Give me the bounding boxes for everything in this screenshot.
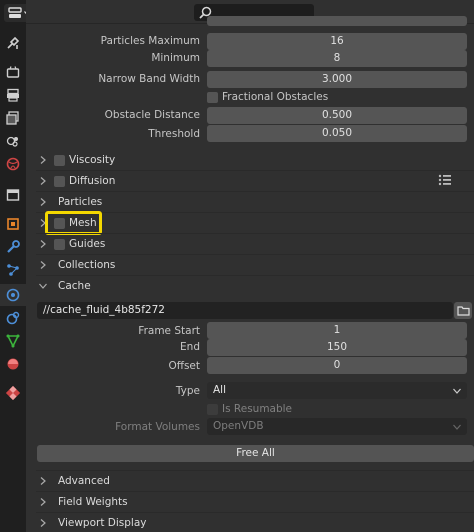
folder-icon [456,306,470,316]
tab-tool[interactable] [0,32,26,54]
end-field[interactable]: 150 [207,339,467,356]
material-icon [7,358,19,370]
chevron-right-icon [40,198,46,206]
narrow-band-width-label: Narrow Band Width [98,73,200,85]
type-label: Type [175,385,200,397]
free-all-button[interactable]: Free All [37,445,474,462]
object-icon [7,218,19,230]
panel-field-weights-label: Field Weights [58,496,128,508]
mesh-highlight-box [45,211,102,235]
minimum-field[interactable]: 8 [207,50,467,67]
narrow-band-width-field[interactable]: 3.000 [207,71,467,88]
tab-particles[interactable] [0,259,26,281]
minimum-label: Minimum [151,52,200,64]
obstacle-distance-field[interactable]: 0.500 [207,107,467,124]
drag-handle-icon[interactable] [438,174,452,189]
particles-maximum-field[interactable]: 16 [207,33,467,50]
chevron-down-icon [453,424,461,430]
tab-physics[interactable] [0,284,26,306]
tab-object-data[interactable] [0,330,26,352]
tool-icon [7,36,20,49]
threshold-label: Threshold [148,128,200,140]
offset-field[interactable]: 0 [207,357,467,374]
offset-label: Offset [168,360,200,372]
threshold-field[interactable]: 0.050 [207,125,467,142]
is-resumable-label: Is Resumable [222,403,293,415]
texture-icon [6,386,20,400]
panel-diffusion[interactable]: Diffusion [36,171,115,191]
scene-icon [6,136,18,147]
fractional-obstacles-checkbox[interactable] [207,92,218,103]
modifier-icon [7,240,20,253]
panel-guides-label: Guides [69,238,106,250]
clipped-field[interactable] [207,16,467,26]
cache-type-value: All [213,384,227,396]
tab-output[interactable] [0,84,26,106]
panel-guides[interactable]: Guides [36,234,105,254]
chevron-right-icon [40,498,46,506]
tab-view-layer[interactable] [0,107,26,129]
render-icon [6,66,20,78]
tab-collection[interactable] [0,184,26,206]
frame-start-label: Frame Start [138,325,200,337]
end-label: End [180,341,200,353]
chevron-right-icon [40,261,46,269]
particles-icon [7,264,19,276]
panel-viscosity-label: Viscosity [69,154,116,166]
tab-object[interactable] [0,213,26,235]
tab-texture[interactable] [0,382,26,404]
format-volumes-dropdown[interactable]: OpenVDB [207,418,467,435]
frame-start-field[interactable]: 1 [207,322,467,339]
cache-directory-field[interactable]: //cache_fluid_4b85f272 [37,302,453,319]
tab-world[interactable] [0,153,26,175]
diffusion-checkbox[interactable] [54,175,65,187]
properties-tab-strip [0,0,34,532]
chevron-down-icon [39,283,47,289]
is-resumable-checkbox[interactable] [207,404,218,415]
tab-scene[interactable] [0,130,26,152]
properties-editor-icon [7,7,22,18]
tab-modifiers[interactable] [0,236,26,258]
chevron-right-icon [40,156,46,164]
panel-cache-label: Cache [58,280,91,292]
panel-viewport-display[interactable]: Viewport Display [36,513,146,532]
divider [36,275,474,276]
panel-particles-label: Particles [58,196,103,208]
panel-viewport-display-label: Viewport Display [58,517,147,529]
panel-advanced[interactable]: Advanced [36,471,110,491]
obstacle-distance-label: Obstacle Distance [104,109,200,121]
tab-render[interactable] [0,61,26,83]
panel-field-weights[interactable]: Field Weights [36,492,128,512]
chevron-down-icon [453,388,461,394]
viscosity-checkbox[interactable] [54,154,65,166]
chevron-right-icon [40,477,46,485]
panel-viscosity[interactable]: Viscosity [36,150,115,170]
folder-browse-button[interactable] [454,302,472,319]
tab-material[interactable] [0,353,26,375]
world-icon [6,157,20,171]
panel-collections-label: Collections [58,259,116,271]
object-data-icon [6,334,20,348]
constraints-icon [6,311,20,325]
output-icon [7,88,19,102]
panel-collections[interactable]: Collections [36,255,115,275]
panel-advanced-label: Advanced [58,475,110,487]
panel-diffusion-label: Diffusion [69,175,116,187]
guides-checkbox[interactable] [54,238,65,250]
physics-icon [6,288,20,302]
format-volumes-value: OpenVDB [213,420,264,432]
chevron-right-icon [40,519,46,527]
tab-constraints[interactable] [0,307,26,329]
particles-maximum-label: Particles Maximum [100,35,200,47]
view-layer-icon [6,111,19,125]
panel-cache[interactable]: Cache [36,276,91,296]
format-volumes-label: Format Volumes [115,421,200,433]
physics-properties-content: Particles Maximum 16 Minimum 8 Narrow Ba… [26,16,474,532]
chevron-right-icon [40,240,46,248]
panel-particles[interactable]: Particles [36,192,102,212]
cache-type-dropdown[interactable]: All [207,382,467,399]
fractional-obstacles-label: Fractional Obstacles [222,91,329,103]
collection-icon [6,189,20,201]
chevron-right-icon [40,177,46,185]
